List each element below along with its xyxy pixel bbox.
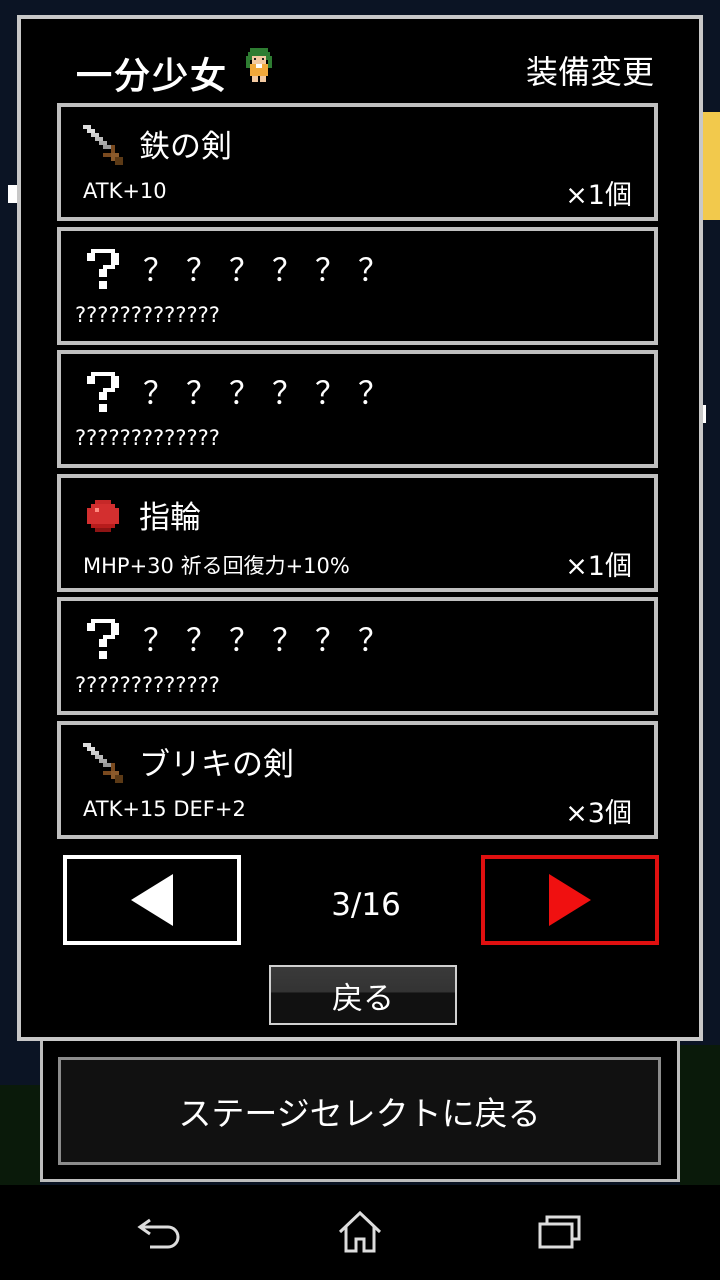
sword-icon	[83, 743, 123, 783]
background-ground-left	[0, 1085, 40, 1185]
item-name: 鉄の剣	[139, 129, 232, 165]
item-description: ?????????????	[75, 673, 220, 697]
item-slot-4[interactable]: 指輪 MHP+30 祈る回復力+10% ×1個	[57, 474, 658, 592]
item-name: ？？？？？？	[143, 376, 401, 412]
system-back-button[interactable]	[130, 1207, 190, 1257]
stage-select-label: ステージセレクトに戻る	[178, 1094, 541, 1133]
item-name: ブリキの剣	[139, 747, 294, 783]
triangle-right-icon	[549, 874, 591, 926]
item-description: ATK+10	[83, 179, 167, 203]
item-count: ×1個	[565, 551, 632, 582]
item-count: ×1個	[565, 180, 632, 211]
background-ground-right	[680, 1045, 720, 1185]
question-icon	[87, 249, 119, 289]
previous-page-button[interactable]	[63, 855, 241, 945]
item-description: MHP+30 祈る回復力+10%	[83, 554, 350, 578]
back-arrow-icon	[137, 1218, 180, 1249]
page-indicator: 3/16	[331, 887, 401, 923]
item-name: 指輪	[139, 500, 201, 536]
item-slot-1[interactable]: 鉄の剣 ATK+10 ×1個	[57, 103, 658, 221]
stage-select-button[interactable]: ステージセレクトに戻る	[58, 1057, 661, 1165]
back-button[interactable]: 戻る	[269, 965, 457, 1025]
app-title: 一分少女	[76, 56, 229, 97]
back-button-label: 戻る	[332, 980, 394, 1017]
item-name: ？？？？？？	[143, 253, 401, 289]
sword-icon	[83, 125, 123, 165]
item-description: ?????????????	[75, 303, 220, 327]
item-slot-3[interactable]: ？？？？？？ ?????????????	[57, 350, 658, 468]
next-page-button[interactable]	[481, 855, 659, 945]
ring-icon	[87, 500, 119, 532]
item-description: ?????????????	[75, 426, 220, 450]
item-count: ×3個	[565, 798, 632, 829]
home-icon	[338, 1210, 382, 1253]
system-home-button[interactable]	[330, 1207, 390, 1257]
item-slot-6[interactable]: ブリキの剣 ATK+15 DEF+2 ×3個	[57, 721, 658, 839]
item-slot-2[interactable]: ？？？？？？ ?????????????	[57, 227, 658, 345]
recents-icon	[538, 1215, 581, 1249]
system-navigation-bar	[0, 1185, 720, 1280]
system-recents-button[interactable]	[530, 1207, 590, 1257]
item-slot-5[interactable]: ？？？？？？ ?????????????	[57, 597, 658, 715]
question-icon	[87, 372, 119, 412]
screen-title: 装備変更	[525, 53, 654, 91]
item-name: ？？？？？？	[143, 623, 401, 659]
girl-mascot-icon	[246, 48, 272, 82]
triangle-left-icon	[131, 874, 173, 926]
question-icon	[87, 619, 119, 659]
item-description: ATK+15 DEF+2	[83, 797, 246, 821]
equipment-dialog: 一分少女 装備変更 鉄の剣 ATK+10 ×1個 ？？？？？？ ????????…	[17, 15, 703, 1041]
